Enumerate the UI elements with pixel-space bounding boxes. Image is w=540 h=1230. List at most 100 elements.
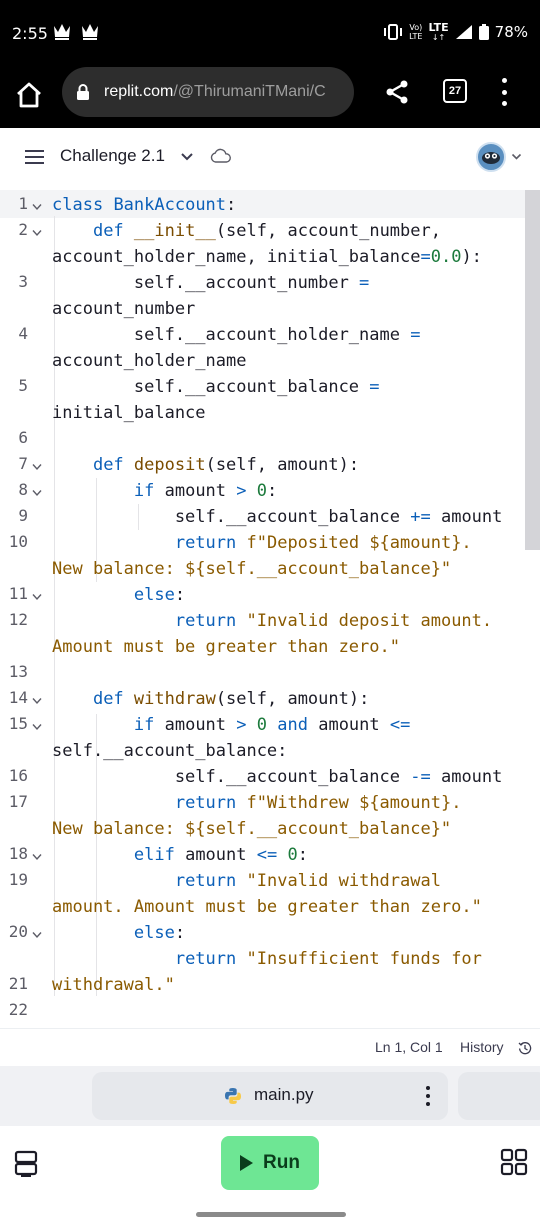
code-line[interactable]: amount. Amount must be greater than zero… — [52, 894, 482, 920]
code-line[interactable]: class BankAccount: — [52, 192, 236, 218]
fold-chevron-icon[interactable] — [32, 723, 42, 731]
line-number: 13 — [8, 662, 28, 681]
code-editor[interactable]: 1 2 3 4 5 6 7 8 9 10 11 12 13 14 15 16 17 18 19 20 21 22 clas… — [0, 190, 540, 1028]
code-line[interactable]: return f"Deposited ${amount}. — [52, 530, 472, 556]
apps-grid-icon[interactable] — [500, 1148, 528, 1176]
code-line[interactable]: New balance: ${self.__account_balance}" — [52, 556, 451, 582]
code-line[interactable]: def __init__(self, account_number, — [52, 218, 441, 244]
cloud-icon — [210, 148, 231, 163]
code-line[interactable]: else: — [52, 920, 185, 946]
code-line[interactable]: self.__account_balance: — [52, 738, 287, 764]
code-line[interactable]: self.__account_number = — [52, 270, 369, 296]
fold-chevron-icon[interactable] — [32, 203, 42, 211]
code-line[interactable]: initial_balance — [52, 400, 206, 426]
line-number: 21 — [8, 974, 28, 993]
code-line[interactable]: def withdraw(self, amount): — [52, 686, 369, 712]
fold-chevron-icon[interactable] — [32, 697, 42, 705]
url-path: /@ThirumaniTMani/C — [173, 83, 326, 100]
tab-count: 27 — [448, 85, 462, 97]
bottom-action-bar: Run — [0, 1126, 540, 1230]
line-number: 20 — [8, 922, 28, 941]
clock: 2:55 — [12, 24, 48, 43]
file-options-icon[interactable] — [426, 1086, 430, 1106]
code-line[interactable]: self.__account_balance -= amount — [52, 764, 503, 790]
battery-percent: 78% — [494, 23, 528, 41]
play-icon — [240, 1155, 254, 1171]
line-number: 3 — [18, 272, 28, 291]
fold-chevron-icon[interactable] — [32, 853, 42, 861]
line-number: 9 — [18, 506, 28, 525]
home-icon[interactable] — [14, 80, 44, 110]
code-line[interactable]: if amount > 0 and amount <= — [52, 712, 410, 738]
tab-switcher-button[interactable]: 27 — [443, 79, 467, 103]
url-host: replit.com — [104, 83, 174, 100]
crown-notification-icons — [54, 24, 98, 40]
history-icon[interactable] — [518, 1041, 532, 1055]
code-line[interactable]: Amount must be greater than zero." — [52, 634, 400, 660]
cursor-position: Ln 1, Col 1 — [375, 1039, 443, 1055]
code-line[interactable]: def deposit(self, amount): — [52, 452, 359, 478]
data-arrows-icon: ↓↑ — [431, 33, 446, 42]
line-number: 15 — [8, 714, 28, 733]
line-number: 1 — [18, 194, 28, 213]
line-number: 2 — [18, 220, 28, 239]
file-tab-main[interactable]: main.py — [92, 1072, 448, 1120]
fold-chevron-icon[interactable] — [32, 931, 42, 939]
account-chevron-icon[interactable] — [511, 151, 522, 162]
gesture-handle[interactable] — [196, 1212, 346, 1217]
code-line[interactable]: return "Insufficient funds for — [52, 946, 482, 972]
line-number: 7 — [18, 454, 28, 473]
line-number: 5 — [18, 376, 28, 395]
line-number: 19 — [8, 870, 28, 889]
share-icon[interactable] — [384, 79, 410, 105]
fold-chevron-icon[interactable] — [32, 593, 42, 601]
browser-toolbar: replit.com/@ThirumaniTMani/C 27 — [0, 66, 540, 128]
run-label: Run — [263, 1152, 300, 1173]
code-line[interactable]: New balance: ${self.__account_balance}" — [52, 816, 451, 842]
browser-menu-icon[interactable] — [497, 78, 511, 106]
line-number: 8 — [18, 480, 28, 499]
line-number: 12 — [8, 610, 28, 629]
file-tab-bar: main.py — [0, 1066, 540, 1126]
file-name: main.py — [254, 1085, 314, 1104]
status-right: Vo) LTE LTE ↓↑ 78% — [383, 22, 528, 42]
code-line[interactable]: account_number — [52, 296, 195, 322]
run-button[interactable]: Run — [221, 1136, 319, 1190]
file-tab-next[interactable] — [458, 1072, 540, 1120]
avatar[interactable] — [476, 142, 506, 172]
volte-indicator: Vo) LTE — [409, 23, 423, 41]
line-number: 14 — [8, 688, 28, 707]
address-bar[interactable]: replit.com/@ThirumaniTMani/C — [62, 67, 354, 117]
line-number: 4 — [18, 324, 28, 343]
history-button[interactable]: History — [460, 1039, 504, 1055]
system-status-bar: 2:55 Vo) LTE LTE ↓↑ 78% — [0, 0, 540, 66]
code-line[interactable]: account_holder_name — [52, 348, 246, 374]
line-number: 22 — [8, 1000, 28, 1019]
code-line[interactable]: return "Invalid withdrawal — [52, 868, 441, 894]
code-line[interactable]: withdrawal." — [52, 972, 175, 998]
fold-chevron-icon[interactable] — [32, 229, 42, 237]
line-number: 16 — [8, 766, 28, 785]
code-line[interactable]: self.__account_holder_name = — [52, 322, 421, 348]
workspace-header: Challenge 2.1 — [0, 128, 540, 186]
line-number: 10 — [8, 532, 28, 551]
code-line[interactable]: else: — [52, 582, 185, 608]
user-avatar-icon — [482, 152, 500, 164]
code-line[interactable]: return f"Withdrew ${amount}. — [52, 790, 462, 816]
editor-scrollbar[interactable] — [525, 190, 540, 550]
line-number: 18 — [8, 844, 28, 863]
fold-chevron-icon[interactable] — [32, 463, 42, 471]
menu-icon[interactable] — [25, 150, 44, 164]
chevron-down-icon[interactable] — [180, 150, 194, 164]
code-line[interactable]: account_holder_name, initial_balance=0.0… — [52, 244, 482, 270]
code-line[interactable]: if amount > 0: — [52, 478, 277, 504]
code-line[interactable]: elif amount <= 0: — [52, 842, 308, 868]
code-line[interactable]: self.__account_balance += amount — [52, 504, 503, 530]
code-line[interactable]: self.__account_balance = — [52, 374, 380, 400]
lock-icon — [77, 84, 89, 100]
lte-indicator: LTE ↓↑ — [428, 21, 449, 42]
code-line[interactable]: return "Invalid deposit amount. — [52, 608, 492, 634]
project-title[interactable]: Challenge 2.1 — [60, 146, 165, 166]
database-icon[interactable] — [14, 1150, 38, 1178]
fold-chevron-icon[interactable] — [32, 489, 42, 497]
